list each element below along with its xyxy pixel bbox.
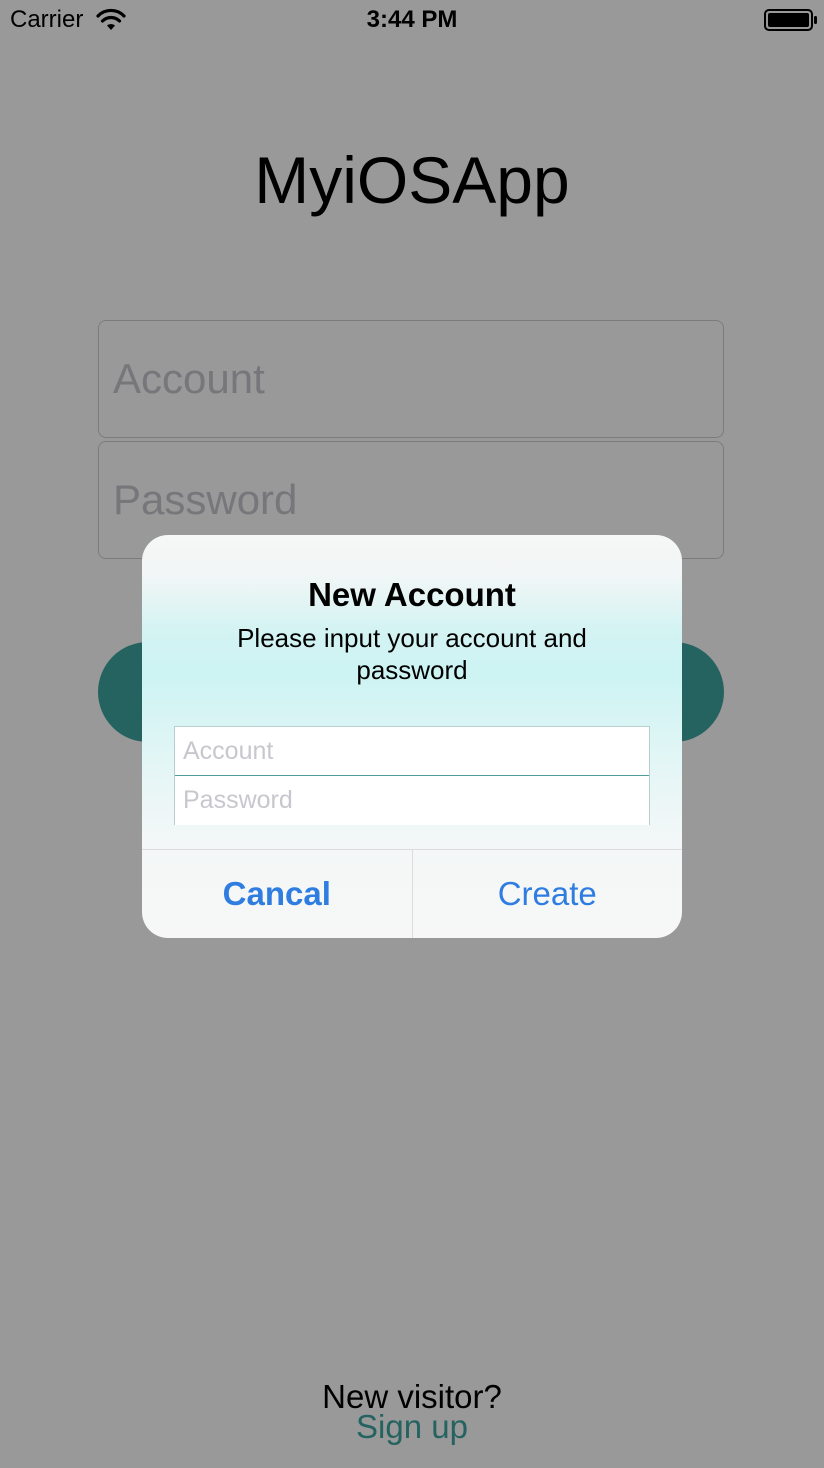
alert-actions: Cancal Create (142, 849, 682, 938)
create-button[interactable]: Create (413, 850, 683, 938)
alert-account-input[interactable] (175, 727, 649, 776)
alert-password-input[interactable] (175, 776, 649, 825)
cancel-button[interactable]: Cancal (142, 850, 413, 938)
alert-message: Please input your account and password (237, 623, 587, 685)
alert-title: New Account (308, 576, 516, 613)
new-account-alert: New Account Please input your account an… (142, 535, 682, 938)
alert-input-group (174, 726, 650, 825)
